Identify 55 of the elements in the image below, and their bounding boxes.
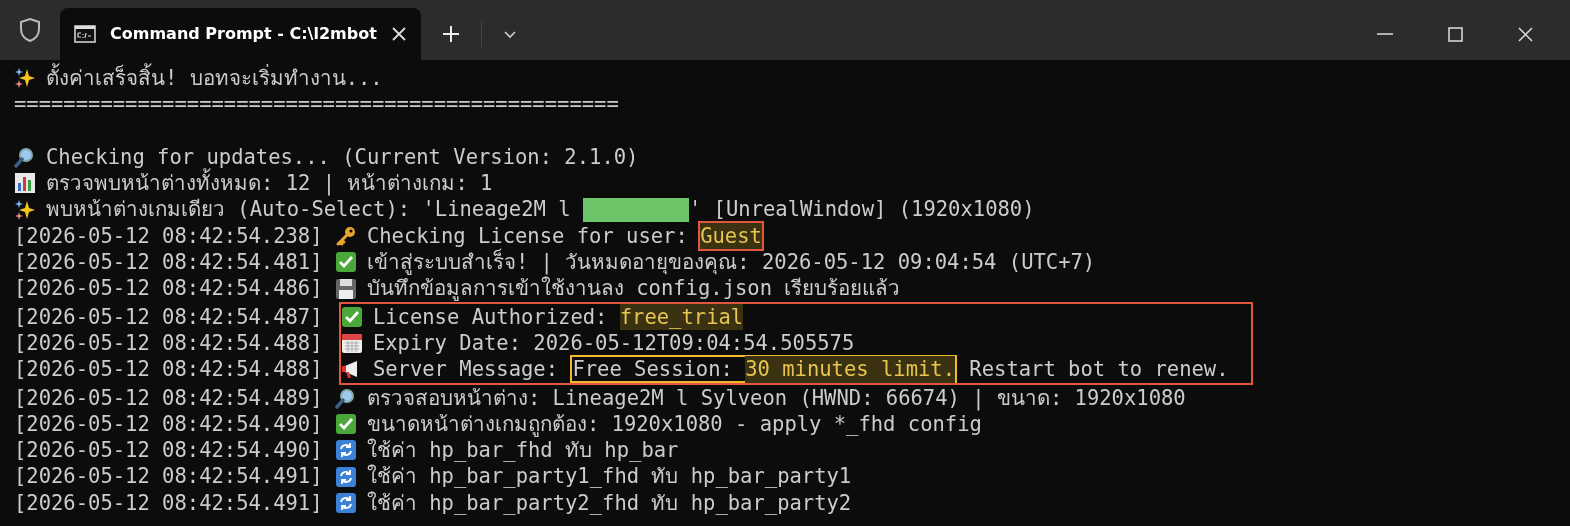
close-icon[interactable]: [390, 26, 407, 42]
log-text: ตั้งค่าเสร็จสิ้น! บอทจะเริ่มทำงาน...: [46, 65, 383, 92]
log-text: Server Message:: [372, 356, 560, 383]
check-icon: [334, 413, 357, 435]
log-text: ' [UnrealWindow] (1920x1080): [688, 196, 1035, 223]
timestamp: [2026-05-12 08:42:54.491]: [14, 463, 324, 490]
log-text: พบหน้าต่างเกมเดียว (Auto-Select): 'Lineage2M l: [46, 196, 572, 223]
calendar-icon: [340, 332, 363, 355]
highlighted-username: Guest: [700, 222, 762, 250]
log-text: Checking License for user:: [366, 222, 689, 248]
log-text: บันทึกข้อมูลการเข้าใช้งานลง config.json เรียบร้อยแล้ว: [366, 275, 901, 302]
terminal-tab[interactable]: Command Prompt - C:\l2mbot: [60, 8, 421, 60]
log-text: ตรวจสอบหน้าต่าง: Lineage2M l Sylveon (HWND: 66674) | ขนาด: 1920x1080: [366, 384, 1186, 411]
log-text: ตรวจพบหน้าต่างทั้งหมด: 12 | หน้าต่างเกม: 1: [46, 170, 493, 197]
command-prompt-icon: [74, 25, 96, 43]
log-text: =================================================: [14, 91, 619, 118]
timestamp: [2026-05-12 08:42:54.490]: [14, 437, 324, 464]
log-text: ใช้ค่า hp_bar_party1_fhd ทับ hp_bar_party1: [366, 463, 852, 490]
timestamp: [2026-05-12 08:42:54.490]: [14, 410, 324, 438]
maximize-icon: [1447, 26, 1463, 42]
timestamp: [2026-05-12 08:42:54.238]: [14, 222, 324, 250]
timestamp: [2026-05-12 08:42:54.486]: [14, 275, 324, 302]
timestamp: [2026-05-12 08:42:54.488]: [14, 329, 324, 357]
key-icon: [334, 224, 357, 247]
shield-icon[interactable]: [19, 17, 41, 43]
sparkles-icon: [14, 67, 36, 90]
log-text: Restart bot to renew.: [968, 356, 1229, 383]
log-text: ใช้ค่า hp_bar_fhd ทับ hp_bar: [366, 437, 679, 464]
timestamp: [2026-05-12 08:42:54.489]: [14, 384, 324, 411]
timestamp: [2026-05-12 08:42:54.491]: [14, 489, 324, 517]
timestamp: [2026-05-12 08:42:54.487]: [14, 303, 324, 330]
log-text: License Authorized:: [372, 303, 609, 330]
timestamp: [2026-05-12 08:42:54.488]: [14, 356, 324, 383]
check-icon: [334, 251, 357, 274]
minimize-icon: [1377, 33, 1393, 35]
log-text: Free Session:: [572, 356, 734, 383]
log-text: Checking for updates... (Current Version: 2.1.0): [46, 143, 639, 169]
chevron-down-icon: [502, 29, 517, 39]
close-icon: [1517, 26, 1533, 42]
check-icon: [340, 305, 363, 328]
search-icon: [334, 386, 357, 409]
timestamp: [2026-05-12 08:42:54.481]: [14, 249, 324, 276]
highlighted-text: 30 minutes limit.: [745, 356, 955, 383]
log-text: ใช้ค่า hp_bar_party2_fhd ทับ hp_bar_party2: [366, 489, 852, 517]
sparkles-icon: [14, 198, 36, 221]
highlighted-text: free_trial: [619, 303, 744, 330]
refresh-icon: [334, 439, 357, 462]
refresh-icon: [334, 491, 357, 514]
log-text: Expiry Date: 2026-05-12T09:04:54.505575: [372, 329, 855, 357]
tab-title: Command Prompt - C:\l2mbot: [110, 23, 377, 45]
bar-chart-icon: [14, 172, 36, 195]
log-text: เข้าสู่ระบบสำเร็จ! | วันหมดอายุของคุณ: 2026-05-12 09:04:54 (UTC+7): [366, 249, 1096, 276]
refresh-icon: [334, 465, 357, 488]
search-icon: [14, 146, 36, 169]
log-text: ขนาดหน้าต่างเกมถูกต้อง: 1920x1080 - apply *_fhd config: [366, 411, 982, 438]
